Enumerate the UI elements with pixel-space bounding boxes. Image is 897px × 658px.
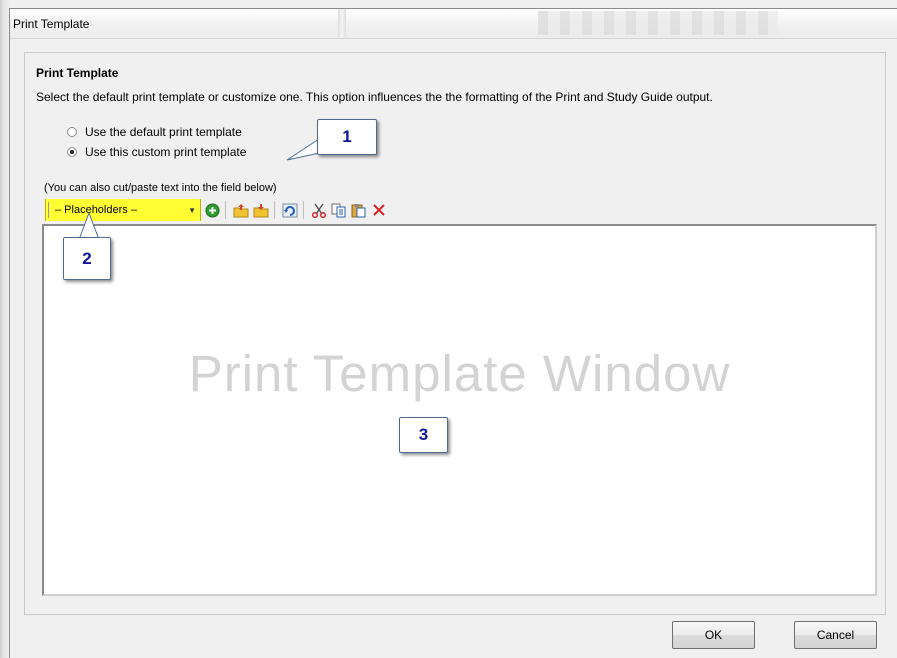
chevron-down-icon: ▼ bbox=[188, 206, 196, 215]
delete-icon[interactable] bbox=[370, 201, 388, 219]
toolbar-separator bbox=[274, 201, 275, 219]
paste-hint: (You can also cut/paste text into the fi… bbox=[44, 182, 277, 194]
ok-button[interactable]: OK bbox=[672, 621, 755, 649]
callout-1: 1 bbox=[317, 119, 377, 155]
default-template-radio[interactable] bbox=[67, 127, 77, 137]
print-template-panel: Print Template Select the default print … bbox=[24, 52, 886, 615]
cancel-button[interactable]: Cancel bbox=[794, 621, 877, 649]
print-template-dialog: Print Template Print Template Select the… bbox=[9, 8, 897, 658]
print-template-editor[interactable]: Print Template Window bbox=[42, 224, 877, 596]
toolbar-separator bbox=[225, 201, 226, 219]
section-description: Select the default print template or cus… bbox=[36, 90, 713, 104]
default-template-option[interactable]: Use the default print template bbox=[67, 125, 242, 139]
window-title: Print Template bbox=[13, 17, 90, 31]
refresh-icon[interactable] bbox=[281, 201, 299, 219]
title-bar[interactable]: Print Template bbox=[10, 9, 897, 39]
callout-3: 3 bbox=[399, 417, 448, 453]
custom-template-radio[interactable] bbox=[67, 147, 77, 157]
save-folder-icon[interactable] bbox=[252, 201, 270, 219]
copy-icon[interactable] bbox=[330, 201, 348, 219]
title-decoration bbox=[338, 9, 346, 38]
callout-2: 2 bbox=[63, 237, 111, 280]
paste-icon[interactable] bbox=[350, 201, 368, 219]
editor-watermark: Print Template Window bbox=[188, 345, 731, 402]
add-icon[interactable] bbox=[203, 201, 221, 219]
cut-icon[interactable] bbox=[310, 201, 328, 219]
toolbar-grip bbox=[48, 202, 51, 218]
custom-template-label: Use this custom print template bbox=[85, 145, 247, 159]
open-folder-icon[interactable] bbox=[232, 201, 250, 219]
title-decoration bbox=[538, 11, 778, 35]
custom-template-option[interactable]: Use this custom print template bbox=[67, 145, 246, 159]
toolbar-separator bbox=[303, 201, 304, 219]
default-template-label: Use the default print template bbox=[85, 125, 242, 139]
section-heading: Print Template bbox=[36, 66, 119, 80]
